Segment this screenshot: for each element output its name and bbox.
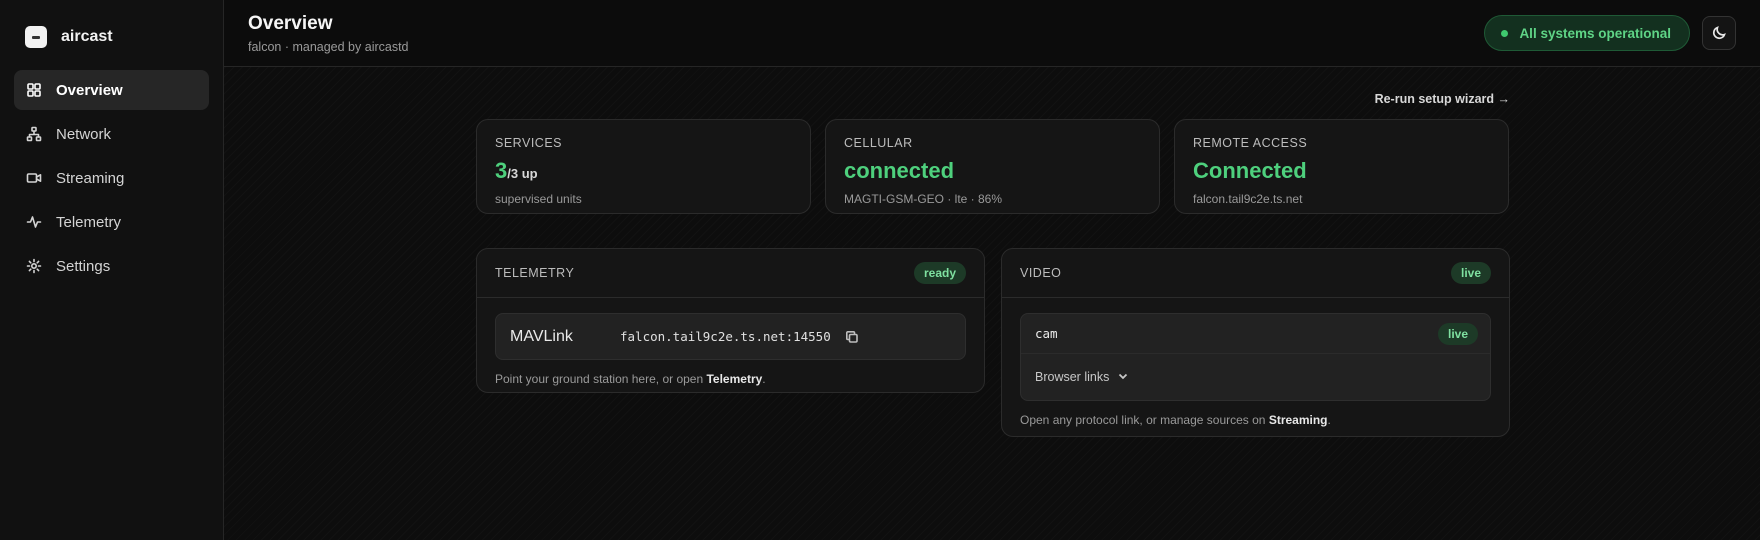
rerun-setup-wizard-link[interactable]: Re-run setup wizard →: [1375, 92, 1510, 106]
services-unit: /3 up: [507, 166, 538, 181]
mavlink-address[interactable]: falcon.tail9c2e.ts.net:14550: [620, 329, 831, 344]
video-icon: [26, 170, 42, 186]
chevron-down-icon: [1117, 370, 1129, 385]
remote-access-detail: falcon.tail9c2e.ts.net: [1193, 192, 1303, 206]
browser-links-toggle[interactable]: Browser links: [1021, 354, 1490, 400]
sidebar: aircast Overview Network Streaming Telem…: [0, 0, 224, 540]
activity-icon: [26, 214, 42, 230]
sidebar-item-label: Network: [56, 125, 112, 143]
brand-name: aircast: [61, 28, 113, 45]
aircast-logo-icon: [25, 26, 47, 48]
telemetry-hint-suffix: .: [762, 372, 766, 386]
remote-access-card: REMOTE ACCESS Connected falcon.tail9c2e.…: [1174, 119, 1509, 214]
services-card: SERVICES 3/3 up supervised units: [476, 119, 811, 214]
page-title: Overview: [248, 12, 333, 34]
sidebar-item-settings[interactable]: Settings: [14, 246, 209, 286]
cellular-label: CELLULAR: [844, 136, 913, 150]
services-count: 3: [495, 158, 508, 183]
services-detail: supervised units: [495, 192, 582, 206]
telemetry-hint-text: Point your ground station here, or open: [495, 372, 707, 386]
header-actions: All systems operational: [1484, 15, 1736, 51]
sidebar-item-overview[interactable]: Overview: [14, 70, 209, 110]
video-panel-header: VIDEO live: [1002, 249, 1509, 298]
video-panel-body: cam live Browser links Open any protocol…: [1002, 298, 1509, 443]
services-value: 3/3 up: [495, 160, 792, 182]
status-dot-icon: [1501, 29, 1509, 37]
browser-links-label: Browser links: [1035, 370, 1110, 384]
remote-access-label: REMOTE ACCESS: [1193, 136, 1308, 150]
video-source-name: cam: [1035, 326, 1058, 341]
video-hint-suffix: .: [1327, 413, 1331, 427]
sidebar-item-telemetry[interactable]: Telemetry: [14, 202, 209, 242]
main-area: Overview falcon · managed by aircastd Al…: [224, 0, 1760, 540]
telemetry-hint: Point your ground station here, or open …: [495, 372, 966, 386]
cellular-detail: MAGTI-GSM-GEO · lte · 86%: [844, 192, 1003, 206]
sidebar-item-label: Streaming: [56, 169, 125, 187]
sidebar-item-label: Overview: [56, 81, 123, 99]
title-block: Overview falcon · managed by aircastd: [248, 13, 409, 54]
telemetry-status-badge: ready: [913, 262, 966, 284]
video-panel: VIDEO live cam live Browser links Open a…: [1001, 248, 1510, 437]
sidebar-item-label: Settings: [56, 257, 111, 275]
video-source-header: cam live: [1021, 314, 1490, 354]
system-status-badge[interactable]: All systems operational: [1484, 15, 1690, 51]
grid-icon: [26, 82, 42, 98]
video-hint-text: Open any protocol link, or manage source…: [1020, 413, 1269, 427]
video-panel-title: VIDEO: [1020, 266, 1062, 280]
brand[interactable]: aircast: [14, 16, 209, 70]
telemetry-panel-body: MAVLink falcon.tail9c2e.ts.net:14550 Poi…: [477, 298, 984, 402]
services-label: SERVICES: [495, 136, 562, 150]
video-source-card: cam live Browser links: [1020, 313, 1491, 401]
page-header: Overview falcon · managed by aircastd Al…: [224, 0, 1760, 67]
sidebar-item-label: Telemetry: [56, 213, 122, 231]
network-icon: [26, 126, 42, 142]
telemetry-panel-title: TELEMETRY: [495, 266, 575, 280]
cellular-value: connected: [844, 158, 955, 183]
telemetry-link[interactable]: Telemetry: [706, 372, 762, 386]
panels: TELEMETRY ready MAVLink falcon.tail9c2e.…: [476, 248, 1510, 437]
mavlink-label: MAVLink: [510, 327, 573, 345]
video-hint: Open any protocol link, or manage source…: [1020, 413, 1491, 427]
telemetry-panel-header: TELEMETRY ready: [477, 249, 984, 298]
mavlink-endpoint: MAVLink falcon.tail9c2e.ts.net:14550: [495, 313, 966, 360]
copy-icon[interactable]: [845, 330, 859, 344]
stat-cards: SERVICES 3/3 up supervised units CELLULA…: [476, 119, 1510, 214]
telemetry-panel: TELEMETRY ready MAVLink falcon.tail9c2e.…: [476, 248, 985, 393]
system-status-text: All systems operational: [1519, 25, 1671, 41]
remote-access-value: Connected: [1193, 158, 1307, 183]
streaming-link[interactable]: Streaming: [1269, 413, 1328, 427]
video-source-status-badge: live: [1437, 322, 1478, 345]
theme-toggle-button[interactable]: [1702, 16, 1736, 50]
page-subtitle: falcon · managed by aircastd: [248, 39, 409, 54]
sidebar-item-network[interactable]: Network: [14, 114, 209, 154]
gear-icon: [26, 258, 42, 274]
app-root: aircast Overview Network Streaming Telem…: [0, 0, 1760, 540]
moon-icon: [1712, 26, 1726, 40]
video-status-badge: live: [1450, 262, 1491, 284]
sidebar-item-streaming[interactable]: Streaming: [14, 158, 209, 198]
cellular-card: CELLULAR connected MAGTI-GSM-GEO · lte ·…: [825, 119, 1160, 214]
